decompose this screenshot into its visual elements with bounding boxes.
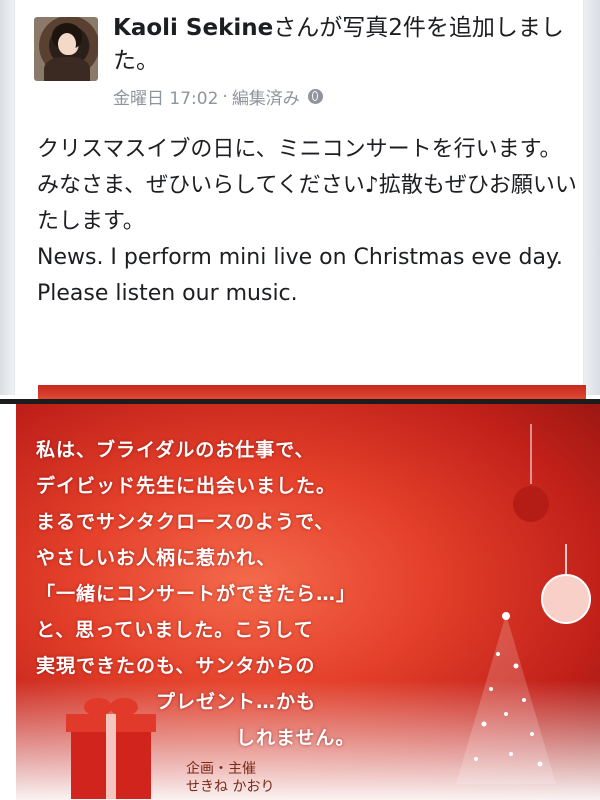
photo-message-line: デイビッド先生に出会いました。 xyxy=(36,475,337,497)
post-timestamp[interactable]: 金曜日 17:02 xyxy=(113,84,218,109)
meta-separator: · xyxy=(222,86,228,107)
avatar-body xyxy=(44,57,90,81)
post-photo[interactable]: 私は、ブライダルのお仕事で、 デイビッド先生に出会いました。 まるでサンタクロー… xyxy=(16,404,600,800)
photo-message-line: 「一緒にコンサートができたら…」 xyxy=(36,583,357,605)
post-body: クリスマスイブの日に、ミニコンサートを行います。 みなさま、ぜひいらしてください… xyxy=(37,132,577,312)
photo-message-line: 実現できたのも、サンタからの xyxy=(36,655,316,677)
credit-label: 企画・主催 xyxy=(186,761,256,777)
avatar[interactable] xyxy=(34,17,98,81)
photo-message-line: まるでサンタクロースのようで、 xyxy=(36,511,335,533)
post-meta: 金曜日 17:02 · 編集済み xyxy=(113,84,323,109)
photo-message-line: プレゼント…かも xyxy=(156,691,317,713)
post-body-line: News. I perform mini live on Christmas e… xyxy=(37,245,563,270)
facebook-post: Kaoli Sekineさんが写真2件を追加しました。 金曜日 17:02 · … xyxy=(14,0,584,395)
page: Kaoli Sekineさんが写真2件を追加しました。 金曜日 17:02 · … xyxy=(0,0,600,800)
photo-credit: 企画・主催 せきね かおり xyxy=(186,760,274,796)
post-body-line: みなさま、ぜひいらしてください♪拡散もぜひお願いいたします。 xyxy=(37,173,577,234)
photo-message-line: 私は、ブライダルのお仕事で、 xyxy=(36,439,315,461)
ornament-ball-icon xyxy=(541,544,591,624)
post-header: Kaoli Sekineさんが写真2件を追加しました。 xyxy=(113,12,573,78)
post-body-line: クリスマスイブの日に、ミニコンサートを行います。 xyxy=(37,137,562,162)
avatar-face xyxy=(58,33,76,55)
photo-message-line: と、思っていました。こうして xyxy=(36,619,314,641)
first-photo-edge[interactable] xyxy=(38,385,586,399)
photo-message-line: しれません。 xyxy=(236,727,356,749)
ornament-ball-icon xyxy=(513,424,549,522)
photo-message-line: やさしいお人柄に惹かれ、 xyxy=(36,547,277,569)
credit-name: せきね かおり xyxy=(186,779,275,795)
post-body-line: Please listen our music. xyxy=(37,281,298,306)
page-background-right xyxy=(582,0,600,395)
photo-message: 私は、ブライダルのお仕事で、 デイビッド先生に出会いました。 まるでサンタクロー… xyxy=(36,432,366,756)
edited-label[interactable]: 編集済み xyxy=(232,84,300,109)
author-name-link[interactable]: Kaoli Sekine xyxy=(113,15,273,41)
globe-icon[interactable] xyxy=(307,89,323,104)
page-background-left xyxy=(0,0,14,395)
